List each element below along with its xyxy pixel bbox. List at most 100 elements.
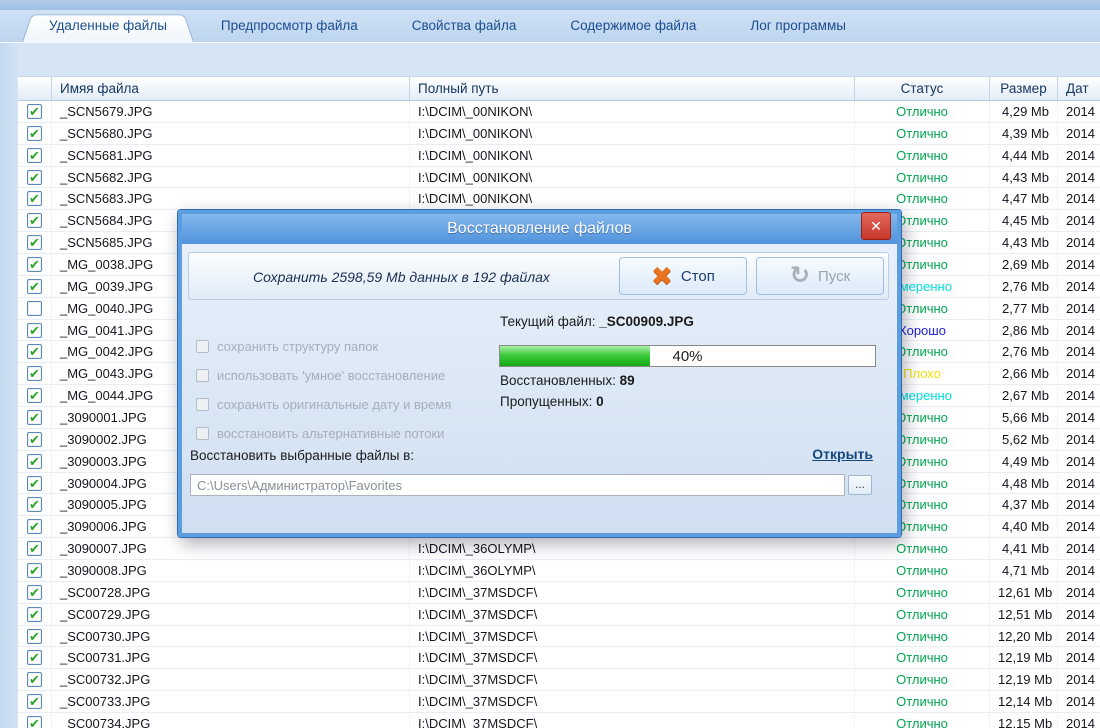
row-checkbox[interactable]: ✔ bbox=[18, 494, 52, 515]
row-checkbox[interactable]: ✔ bbox=[18, 232, 52, 253]
table-row[interactable]: ✔_SCN5681.JPGI:\DCIM\_00NIKON\Отлично4,4… bbox=[18, 145, 1100, 167]
cell-fullpath: I:\DCIM\_37MSDCF\ bbox=[410, 669, 855, 690]
row-checkbox[interactable]: ✔ bbox=[18, 363, 52, 384]
table-row[interactable]: ✔_SCN5682.JPGI:\DCIM\_00NIKON\Отлично4,4… bbox=[18, 167, 1100, 189]
cell-filename: _3090008.JPG bbox=[52, 560, 410, 581]
table-row[interactable]: ✔_SC00731.JPGI:\DCIM\_37MSDCF\Отлично12,… bbox=[18, 647, 1100, 669]
header-fullpath[interactable]: Полный путь bbox=[410, 77, 855, 100]
row-checkbox[interactable]: ✔ bbox=[18, 429, 52, 450]
table-row[interactable]: ✔_SCN5679.JPGI:\DCIM\_00NIKON\Отлично4,2… bbox=[18, 101, 1100, 123]
cell-status: Отлично bbox=[855, 101, 990, 122]
checkbox-checked-icon: ✔ bbox=[27, 607, 42, 622]
table-row[interactable]: ✔_SC00733.JPGI:\DCIM\_37MSDCF\Отлично12,… bbox=[18, 691, 1100, 713]
recovered-counter: Восстановленных: 89 bbox=[500, 373, 635, 388]
header-status[interactable]: Статус bbox=[855, 77, 990, 100]
row-checkbox[interactable]: ✔ bbox=[18, 341, 52, 362]
row-checkbox[interactable]: ✔ bbox=[18, 188, 52, 209]
cell-date: 2014 bbox=[1058, 451, 1100, 472]
cell-fullpath: I:\DCIM\_36OLYMP\ bbox=[410, 560, 855, 581]
option-checkbox-3[interactable]: сохранить оригинальные дату и время bbox=[196, 390, 451, 419]
tab-5[interactable]: Лог программы bbox=[723, 10, 873, 42]
cell-date: 2014 bbox=[1058, 713, 1100, 728]
row-checkbox[interactable]: ✔ bbox=[18, 669, 52, 690]
tab-3[interactable]: Свойства файла bbox=[385, 10, 544, 42]
row-checkbox[interactable]: ✔ bbox=[18, 582, 52, 603]
row-checkbox[interactable]: ✔ bbox=[18, 516, 52, 537]
row-checkbox[interactable]: ✔ bbox=[18, 713, 52, 728]
cell-filename: _SC00728.JPG bbox=[52, 582, 410, 603]
row-checkbox[interactable]: ✔ bbox=[18, 560, 52, 581]
row-checkbox[interactable]: ✔ bbox=[18, 647, 52, 668]
tab-2[interactable]: Предпросмотр файла bbox=[194, 10, 385, 42]
recovery-options: сохранить структуру папокиспользовать 'у… bbox=[196, 332, 451, 448]
cell-date: 2014 bbox=[1058, 494, 1100, 515]
row-checkbox[interactable]: ✔ bbox=[18, 145, 52, 166]
row-checkbox[interactable]: ✔ bbox=[18, 385, 52, 406]
row-checkbox[interactable]: ✔ bbox=[18, 626, 52, 647]
table-row[interactable]: ✔_SC00729.JPGI:\DCIM\_37MSDCF\Отлично12,… bbox=[18, 604, 1100, 626]
checkbox-checked-icon: ✔ bbox=[27, 629, 42, 644]
cell-date: 2014 bbox=[1058, 276, 1100, 297]
recovered-label: Восстановленных: bbox=[500, 373, 620, 388]
table-row[interactable]: ✔_3090007.JPGI:\DCIM\_36OLYMP\Отлично4,4… bbox=[18, 538, 1100, 560]
row-checkbox[interactable]: ✔ bbox=[18, 167, 52, 188]
cell-date: 2014 bbox=[1058, 385, 1100, 406]
row-checkbox[interactable]: ✔ bbox=[18, 451, 52, 472]
close-icon[interactable]: ✕ bbox=[861, 212, 891, 240]
skipped-label: Пропущенных: bbox=[500, 394, 596, 409]
start-button[interactable]: ↻ Пуск bbox=[756, 257, 884, 295]
header-checkbox-col bbox=[18, 77, 52, 100]
table-row[interactable]: ✔_SCN5680.JPGI:\DCIM\_00NIKON\Отлично4,3… bbox=[18, 123, 1100, 145]
destination-path-input[interactable] bbox=[190, 474, 845, 496]
row-checkbox[interactable]: ✔ bbox=[18, 407, 52, 428]
cell-date: 2014 bbox=[1058, 341, 1100, 362]
cell-status: Отлично bbox=[855, 123, 990, 144]
checkbox-checked-icon: ✔ bbox=[27, 235, 42, 250]
checkbox-checked-icon: ✔ bbox=[27, 519, 42, 534]
window-top-strip bbox=[0, 0, 1100, 10]
row-checkbox[interactable]: ✔ bbox=[18, 123, 52, 144]
cell-date: 2014 bbox=[1058, 363, 1100, 384]
checkbox-checked-icon: ✔ bbox=[27, 716, 42, 728]
row-checkbox[interactable]: ✔ bbox=[18, 538, 52, 559]
cell-size: 2,66 Mb bbox=[990, 363, 1058, 384]
row-checkbox[interactable]: ✔ bbox=[18, 254, 52, 275]
start-button-label: Пуск bbox=[818, 268, 850, 285]
option-checkbox-2[interactable]: использовать 'умное' восстановление bbox=[196, 361, 451, 390]
header-filename[interactable]: Имяя файла bbox=[52, 77, 410, 100]
cell-date: 2014 bbox=[1058, 538, 1100, 559]
row-checkbox[interactable]: ✔ bbox=[18, 210, 52, 231]
cell-date: 2014 bbox=[1058, 516, 1100, 537]
table-row[interactable]: ✔_SC00728.JPGI:\DCIM\_37MSDCF\Отлично12,… bbox=[18, 582, 1100, 604]
checkbox-checked-icon: ✔ bbox=[27, 279, 42, 294]
cell-status: Отлично bbox=[855, 560, 990, 581]
row-checkbox[interactable]: ✔ bbox=[18, 691, 52, 712]
cell-date: 2014 bbox=[1058, 429, 1100, 450]
table-row[interactable]: ✔_SCN5683.JPGI:\DCIM\_00NIKON\Отлично4,4… bbox=[18, 188, 1100, 210]
header-date[interactable]: Дат bbox=[1058, 77, 1100, 100]
table-row[interactable]: ✔_SC00732.JPGI:\DCIM\_37MSDCF\Отлично12,… bbox=[18, 669, 1100, 691]
cell-filename: _SC00729.JPG bbox=[52, 604, 410, 625]
tab-4[interactable]: Содержимое файла bbox=[543, 10, 723, 42]
browse-button[interactable]: ... bbox=[848, 475, 872, 495]
table-row[interactable]: ✔_SC00734.JPGI:\DCIM\_37MSDCF\Отлично12,… bbox=[18, 713, 1100, 728]
row-checkbox[interactable]: ✔ bbox=[18, 101, 52, 122]
checkbox-checked-icon: ✔ bbox=[27, 497, 42, 512]
row-checkbox[interactable]: ✔ bbox=[18, 320, 52, 341]
cell-size: 4,29 Mb bbox=[990, 101, 1058, 122]
table-row[interactable]: ✔_SC00730.JPGI:\DCIM\_37MSDCF\Отлично12,… bbox=[18, 626, 1100, 648]
stop-button[interactable]: ✖ Стоп bbox=[619, 257, 747, 295]
row-checkbox[interactable]: ✔ bbox=[18, 604, 52, 625]
tab-1[interactable]: Удаленные файлы bbox=[22, 10, 194, 42]
open-link[interactable]: Открыть bbox=[812, 446, 873, 462]
table-row[interactable]: ✔_3090008.JPGI:\DCIM\_36OLYMP\Отлично4,7… bbox=[18, 560, 1100, 582]
row-checkbox[interactable] bbox=[18, 298, 52, 319]
option-checkbox-1[interactable]: сохранить структуру папок bbox=[196, 332, 451, 361]
header-size[interactable]: Размер bbox=[990, 77, 1058, 100]
option-checkbox-4[interactable]: восстановить альтернативные потоки bbox=[196, 419, 451, 448]
recovery-dialog: Восстановление файлов ✕ Сохранить 2598,5… bbox=[178, 210, 901, 537]
disabled-checkbox-icon bbox=[196, 427, 209, 440]
row-checkbox[interactable]: ✔ bbox=[18, 473, 52, 494]
row-checkbox[interactable]: ✔ bbox=[18, 276, 52, 297]
recovered-value: 89 bbox=[620, 373, 635, 388]
